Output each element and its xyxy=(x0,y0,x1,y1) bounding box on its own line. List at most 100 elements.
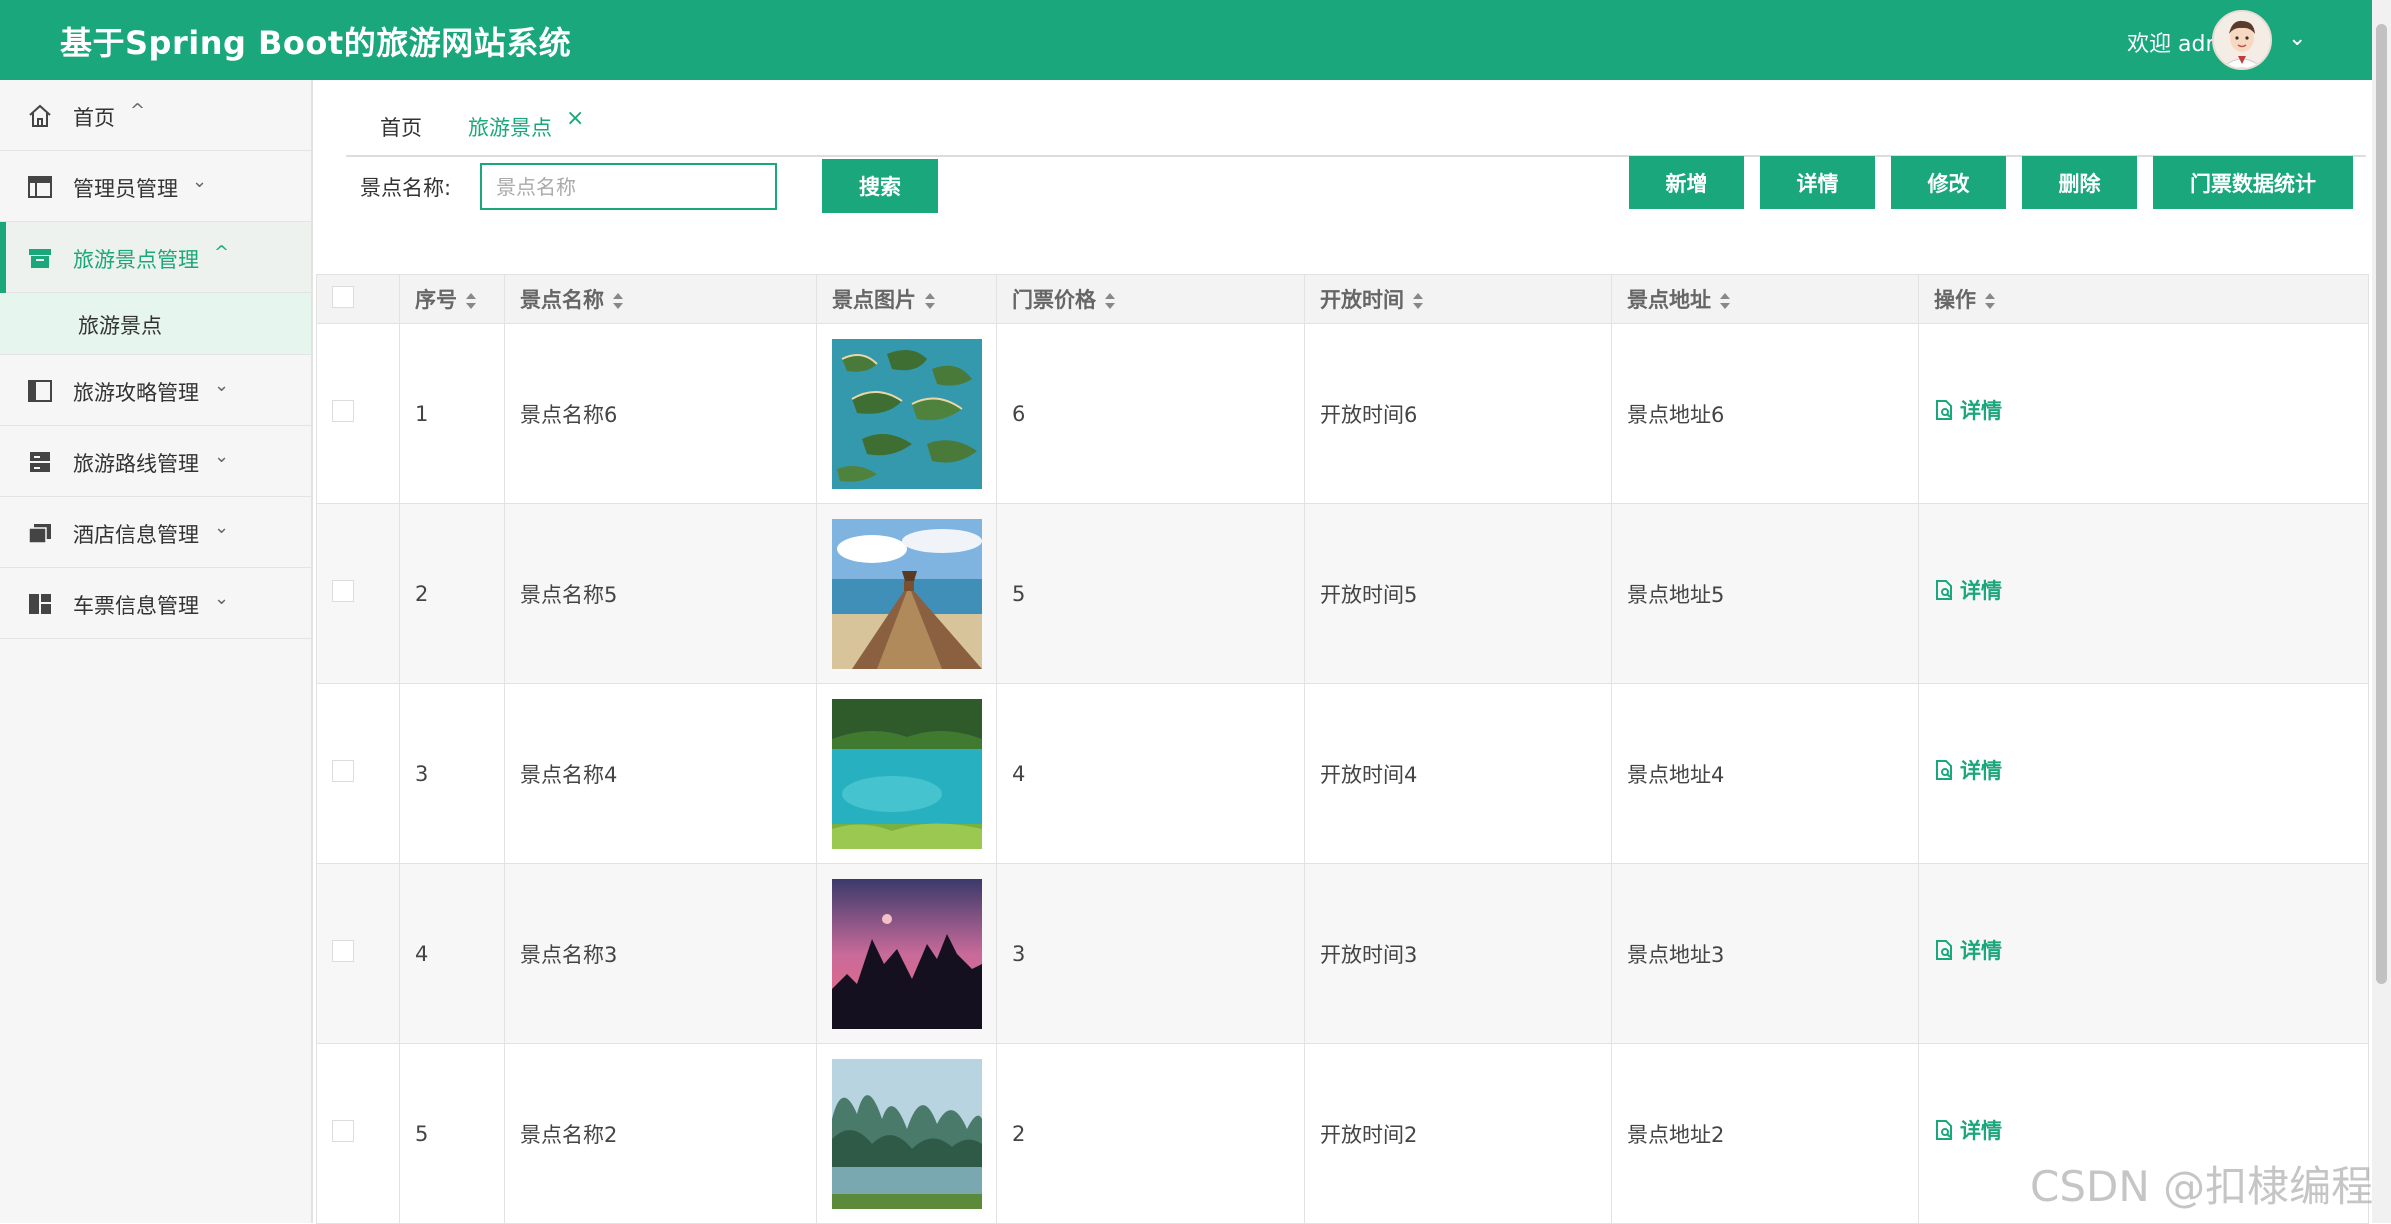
cell-address: 景点地址2 xyxy=(1611,1043,1919,1224)
row-checkbox[interactable] xyxy=(332,760,354,782)
sort-icon[interactable] xyxy=(1719,292,1731,310)
document-icon xyxy=(1936,759,1952,780)
row-checkbox[interactable] xyxy=(332,400,354,422)
sidebar-item-tickets[interactable]: 车票信息管理 ⌄ xyxy=(0,568,311,639)
cell-time: 开放时间6 xyxy=(1304,323,1612,504)
row-detail-link[interactable]: 详情 xyxy=(1934,395,2368,425)
tab-home[interactable]: 首页 xyxy=(380,112,422,142)
column-header[interactable]: 序号 xyxy=(399,274,505,324)
cell-time: 开放时间2 xyxy=(1304,1043,1612,1224)
sidebar-item-label: 旅游景点管理 xyxy=(73,248,199,272)
row-checkbox[interactable] xyxy=(332,1120,354,1142)
chevron-down-icon: ⌄ xyxy=(214,517,230,538)
sidebar-subitem-attraction[interactable]: 旅游景点 xyxy=(0,293,311,355)
cell-name: 景点名称6 xyxy=(504,323,817,504)
row-detail-link[interactable]: 详情 xyxy=(1934,935,2368,965)
cell-image xyxy=(816,1043,997,1224)
tab-attractions[interactable]: 旅游景点 xyxy=(468,112,552,142)
row-checkbox[interactable] xyxy=(332,580,354,602)
cell-no: 3 xyxy=(399,683,505,864)
avatar[interactable] xyxy=(2212,10,2272,70)
tab-bar: 首页 旅游景点 × xyxy=(346,100,2366,157)
sidebar-item-label: 首页 xyxy=(73,106,115,130)
cell-image xyxy=(816,503,997,684)
chevron-up-icon: ^ xyxy=(214,242,230,263)
cell-address: 景点地址5 xyxy=(1611,503,1919,684)
cell-address: 景点地址3 xyxy=(1611,863,1919,1044)
table-row[interactable]: 3 景点名称4 4 开放时间4 景点地址4 详情 xyxy=(316,683,2369,864)
search-label: 景点名称: xyxy=(360,176,452,200)
columns-icon xyxy=(28,380,52,402)
column-header[interactable]: 门票价格 xyxy=(996,274,1305,324)
sidebar-item-hotels[interactable]: 酒店信息管理 ⌄ xyxy=(0,497,311,568)
column-header[interactable]: 操作 xyxy=(1918,274,2369,324)
document-icon xyxy=(1936,1119,1952,1140)
sunset-mountains-photo xyxy=(832,878,982,1029)
sort-icon[interactable] xyxy=(1984,292,1996,310)
scrollbar-thumb[interactable] xyxy=(2376,24,2387,984)
cell-no: 2 xyxy=(399,503,505,684)
row-select-cell xyxy=(316,1043,400,1224)
cell-actions: 详情 xyxy=(1918,863,2369,1044)
sidebar-item-home[interactable]: 首页 ^ xyxy=(0,80,311,151)
cell-price: 3 xyxy=(996,863,1305,1044)
sidebar-item-label: 管理员管理 xyxy=(73,177,178,201)
cell-address: 景点地址6 xyxy=(1611,323,1919,504)
column-header[interactable]: 开放时间 xyxy=(1304,274,1612,324)
sort-icon[interactable] xyxy=(1104,292,1116,310)
search-button[interactable]: 搜索 xyxy=(822,159,938,213)
top-header: 基于Spring Boot的旅游网站系统 欢迎 admin ⌄ xyxy=(0,0,2391,80)
table-row[interactable]: 2 景点名称5 5 开放时间5 景点地址5 详情 xyxy=(316,503,2369,684)
close-icon[interactable]: × xyxy=(566,106,584,131)
sort-icon[interactable] xyxy=(612,292,624,310)
table-row[interactable]: 1 景点名称6 6 开放时间6 景点地址6 详情 xyxy=(316,323,2369,504)
add-button[interactable]: 新增 xyxy=(1629,156,1744,209)
sidebar-item-label: 旅游攻略管理 xyxy=(73,381,199,405)
column-header[interactable]: 景点图片 xyxy=(816,274,997,324)
column-header[interactable]: 景点地址 xyxy=(1611,274,1919,324)
sidebar-subitem-label: 旅游景点 xyxy=(78,314,162,338)
cell-time: 开放时间3 xyxy=(1304,863,1612,1044)
sort-icon[interactable] xyxy=(465,292,477,310)
edit-button[interactable]: 修改 xyxy=(1891,156,2006,209)
cell-actions: 详情 xyxy=(1918,503,2369,684)
row-checkbox[interactable] xyxy=(332,940,354,962)
table-header-row: 序号 景点名称 景点图片 门票价格 开放时间 景点地址 操作 xyxy=(316,274,2369,324)
server-icon xyxy=(30,452,50,472)
cell-time: 开放时间4 xyxy=(1304,683,1612,864)
home-icon xyxy=(29,104,51,127)
sidebar: 首页 ^ 管理员管理 ⌄ 旅游景点管理 ^ 旅游景点 旅游攻略管理 ⌄ 旅游路线… xyxy=(0,80,313,1223)
detail-button[interactable]: 详情 xyxy=(1760,156,1875,209)
sidebar-item-admin[interactable]: 管理员管理 ⌄ xyxy=(0,151,311,222)
table-row[interactable]: 4 景点名称3 3 开放时间3 景点地址3 详情 xyxy=(316,863,2369,1044)
chevron-down-icon[interactable]: ⌄ xyxy=(2288,26,2306,51)
document-icon xyxy=(1936,939,1952,960)
search-input[interactable] xyxy=(480,163,777,210)
cell-time: 开放时间5 xyxy=(1304,503,1612,684)
folders-icon xyxy=(28,524,51,544)
karst-river-photo xyxy=(832,1058,982,1209)
vertical-scrollbar[interactable] xyxy=(2372,0,2391,1223)
row-detail-link[interactable]: 详情 xyxy=(1934,755,2368,785)
ticket-stats-button[interactable]: 门票数据统计 xyxy=(2153,156,2353,209)
chevron-down-icon: ⌄ xyxy=(214,588,230,609)
cell-name: 景点名称3 xyxy=(504,863,817,1044)
pier-photo xyxy=(832,518,982,669)
sidebar-item-label: 车票信息管理 xyxy=(73,594,199,618)
delete-button[interactable]: 删除 xyxy=(2022,156,2137,209)
islands-photo xyxy=(832,338,982,489)
sort-icon[interactable] xyxy=(1412,292,1424,310)
row-detail-link[interactable]: 详情 xyxy=(1934,1115,2368,1145)
cell-price: 5 xyxy=(996,503,1305,684)
sidebar-item-guides[interactable]: 旅游攻略管理 ⌄ xyxy=(0,355,311,426)
chevron-down-icon: ⌄ xyxy=(214,446,230,467)
cell-actions: 详情 xyxy=(1918,683,2369,864)
sidebar-item-routes[interactable]: 旅游路线管理 ⌄ xyxy=(0,426,311,497)
select-all-checkbox[interactable] xyxy=(332,285,354,308)
cell-no: 5 xyxy=(399,1043,505,1224)
sidebar-item-attractions[interactable]: 旅游景点管理 ^ xyxy=(0,222,311,293)
column-header[interactable]: 景点名称 xyxy=(504,274,817,324)
row-detail-link[interactable]: 详情 xyxy=(1934,575,2368,605)
sort-icon[interactable] xyxy=(924,292,936,310)
cell-name: 景点名称4 xyxy=(504,683,817,864)
